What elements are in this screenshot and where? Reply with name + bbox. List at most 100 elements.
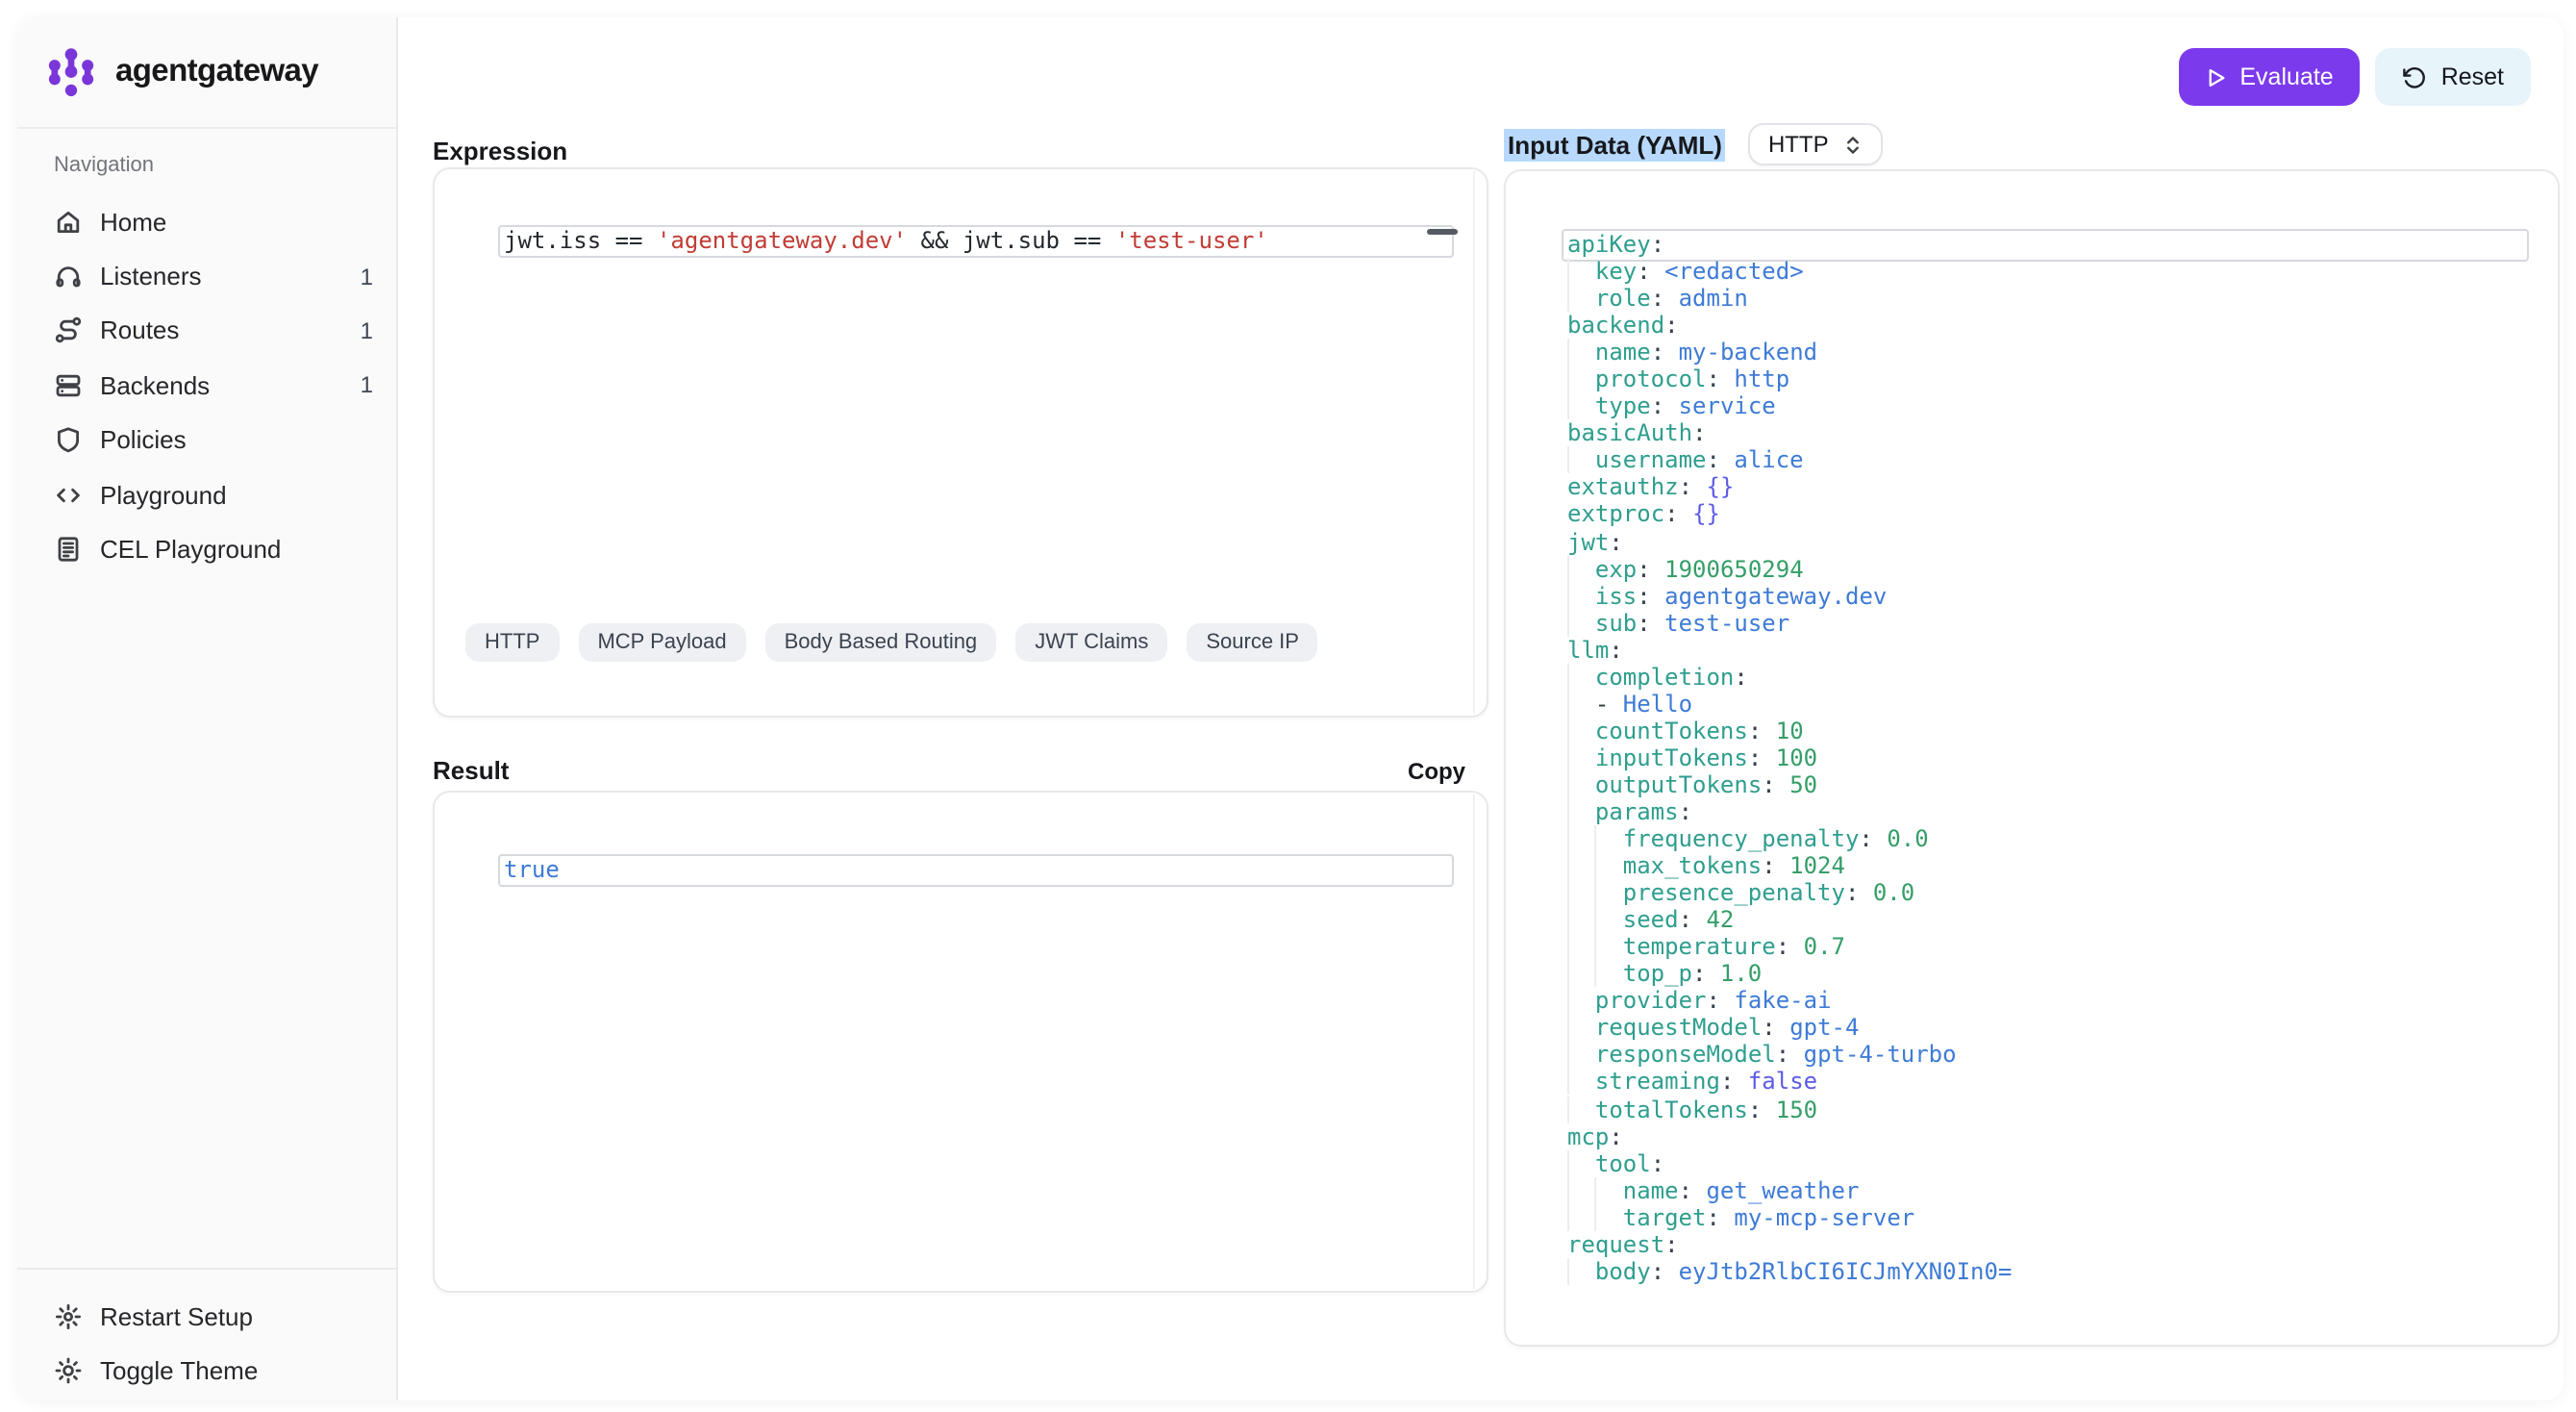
indent-guide xyxy=(1567,825,1595,852)
sidebar-nav: Navigation HomeListeners1Routes1Backends… xyxy=(17,129,396,576)
code-line: extauthz: {} xyxy=(1567,474,2527,501)
sidebar-item-label: Playground xyxy=(100,480,227,509)
code-line: exp: 1900650294 xyxy=(1567,555,2527,582)
code-line: frequency_penalty: 0.0 xyxy=(1567,825,2527,852)
code-line: top_p: 1.0 xyxy=(1567,961,2527,988)
indent-guide xyxy=(1595,852,1623,879)
code-line: - Hello xyxy=(1567,691,2527,718)
editor-edge-line xyxy=(1473,171,1475,714)
server-icon xyxy=(54,371,83,400)
indent-guide xyxy=(1567,339,1595,366)
indent-guide xyxy=(1595,879,1623,906)
sidebar-footer: Restart Setup Toggle Theme xyxy=(17,1268,396,1400)
sidebar-item-label: Listeners xyxy=(100,262,202,290)
indent-guide xyxy=(1567,933,1595,960)
code-line: sub: test-user xyxy=(1567,609,2527,636)
code-line: params: xyxy=(1567,798,2527,825)
indent-guide xyxy=(1567,852,1595,879)
header-actions: Evaluate Reset xyxy=(2178,48,2531,106)
code-line: name: my-backend xyxy=(1567,339,2527,366)
code-line: name: get_weather xyxy=(1567,1176,2527,1203)
code-line: inputTokens: 100 xyxy=(1567,744,2527,771)
yaml-editor[interactable]: apiKey:key: <redacted>role: adminbackend… xyxy=(1506,171,2558,1345)
sidebar-item-playground[interactable]: Playground xyxy=(54,467,373,522)
agentgateway-logo-icon xyxy=(44,43,98,101)
sidebar-item-toggle-theme[interactable]: Toggle Theme xyxy=(54,1344,373,1399)
home-icon xyxy=(54,207,83,236)
code-line: apiKey: xyxy=(1567,231,2527,258)
indent-guide xyxy=(1595,906,1623,933)
indent-guide xyxy=(1567,582,1595,609)
preset-pills: HTTP MCP Payload Body Based Routing JWT Cla… xyxy=(465,623,1318,662)
indent-guide xyxy=(1595,1176,1623,1203)
indent-guide xyxy=(1567,1096,1595,1122)
indent-guide xyxy=(1595,961,1623,988)
indent-guide xyxy=(1567,906,1595,933)
code-line: requestModel: gpt-4 xyxy=(1567,1015,2527,1042)
sidebar-item-label: Home xyxy=(100,207,166,236)
sidebar-item-label: Policies xyxy=(100,426,187,455)
indent-guide xyxy=(1595,1203,1623,1230)
code-line: streaming: false xyxy=(1567,1069,2527,1096)
indent-guide xyxy=(1567,1069,1595,1096)
indent-guide xyxy=(1595,933,1623,960)
code-line: key: <redacted> xyxy=(1567,258,2527,285)
indent-guide xyxy=(1567,285,1595,312)
code-line: backend: xyxy=(1567,312,2527,339)
preset-mcp-payload[interactable]: MCP Payload xyxy=(578,623,745,662)
sidebar-item-policies[interactable]: Policies xyxy=(54,413,373,467)
indent-guide xyxy=(1567,555,1595,582)
code-line: mcp: xyxy=(1567,1122,2527,1149)
indent-guide xyxy=(1567,1176,1595,1203)
preset-source-ip[interactable]: Source IP xyxy=(1187,623,1318,662)
code-line: jwt: xyxy=(1567,528,2527,555)
indent-guide xyxy=(1567,879,1595,906)
sidebar-item-backends[interactable]: Backends1 xyxy=(54,358,373,413)
code-line: type: service xyxy=(1567,393,2527,420)
input-data-title: Input Data (YAML) xyxy=(1504,128,1726,161)
app-window: agentgateway Navigation HomeListeners1Ro… xyxy=(17,17,2563,1400)
chevron-up-down-icon xyxy=(1842,134,1863,155)
code-line: extproc: {} xyxy=(1567,501,2527,528)
preset-http[interactable]: HTTP xyxy=(465,623,559,662)
indent-guide xyxy=(1567,961,1595,988)
play-icon xyxy=(2205,66,2226,88)
indent-guide xyxy=(1567,393,1595,420)
sidebar-footer-list: Restart Setup Toggle Theme xyxy=(54,1289,373,1399)
sidebar-item-cel-playground[interactable]: CEL Playground xyxy=(54,522,373,577)
evaluate-button[interactable]: Evaluate xyxy=(2178,48,2360,106)
indent-guide xyxy=(1567,1203,1595,1230)
input-type-select[interactable]: HTTP xyxy=(1749,123,1883,165)
sidebar-item-label: Restart Setup xyxy=(100,1301,253,1330)
indent-guide xyxy=(1567,1258,1595,1285)
code-line: true xyxy=(504,856,1452,883)
input-data-header: Input Data (YAML) HTTP xyxy=(1504,123,1883,165)
reset-icon xyxy=(2403,64,2428,89)
indent-guide xyxy=(1567,1015,1595,1042)
indent-guide xyxy=(1567,718,1595,744)
shield-icon xyxy=(54,426,83,455)
brand[interactable]: agentgateway xyxy=(17,17,396,129)
sidebar-item-label: CEL Playground xyxy=(100,535,281,564)
code-icon xyxy=(54,480,83,509)
code-line: target: my-mcp-server xyxy=(1567,1203,2527,1230)
headphones-icon xyxy=(54,262,83,290)
indent-guide xyxy=(1567,664,1595,691)
code-line: max_tokens: 1024 xyxy=(1567,852,2527,879)
sidebar-item-routes[interactable]: Routes1 xyxy=(54,304,373,359)
code-line: llm: xyxy=(1567,636,2527,663)
horizontal-scrollbar-thumb[interactable] xyxy=(1427,228,1458,234)
preset-body-based-routing[interactable]: Body Based Routing xyxy=(765,623,997,662)
sidebar-item-home[interactable]: Home xyxy=(54,194,373,249)
indent-guide xyxy=(1567,258,1595,285)
sidebar-item-listeners[interactable]: Listeners 1 xyxy=(54,249,373,304)
reset-button[interactable]: Reset xyxy=(2376,48,2531,106)
code-line: completion: xyxy=(1567,664,2527,691)
sidebar-item-restart-setup[interactable]: Restart Setup xyxy=(54,1289,373,1344)
preset-jwt-claims[interactable]: JWT Claims xyxy=(1015,623,1167,662)
indent-guide xyxy=(1567,771,1595,798)
count-badge: 1 xyxy=(361,263,373,290)
copy-button[interactable]: Copy xyxy=(1408,757,1465,784)
code-line: role: admin xyxy=(1567,285,2527,312)
code-line: presence_penalty: 0.0 xyxy=(1567,879,2527,906)
